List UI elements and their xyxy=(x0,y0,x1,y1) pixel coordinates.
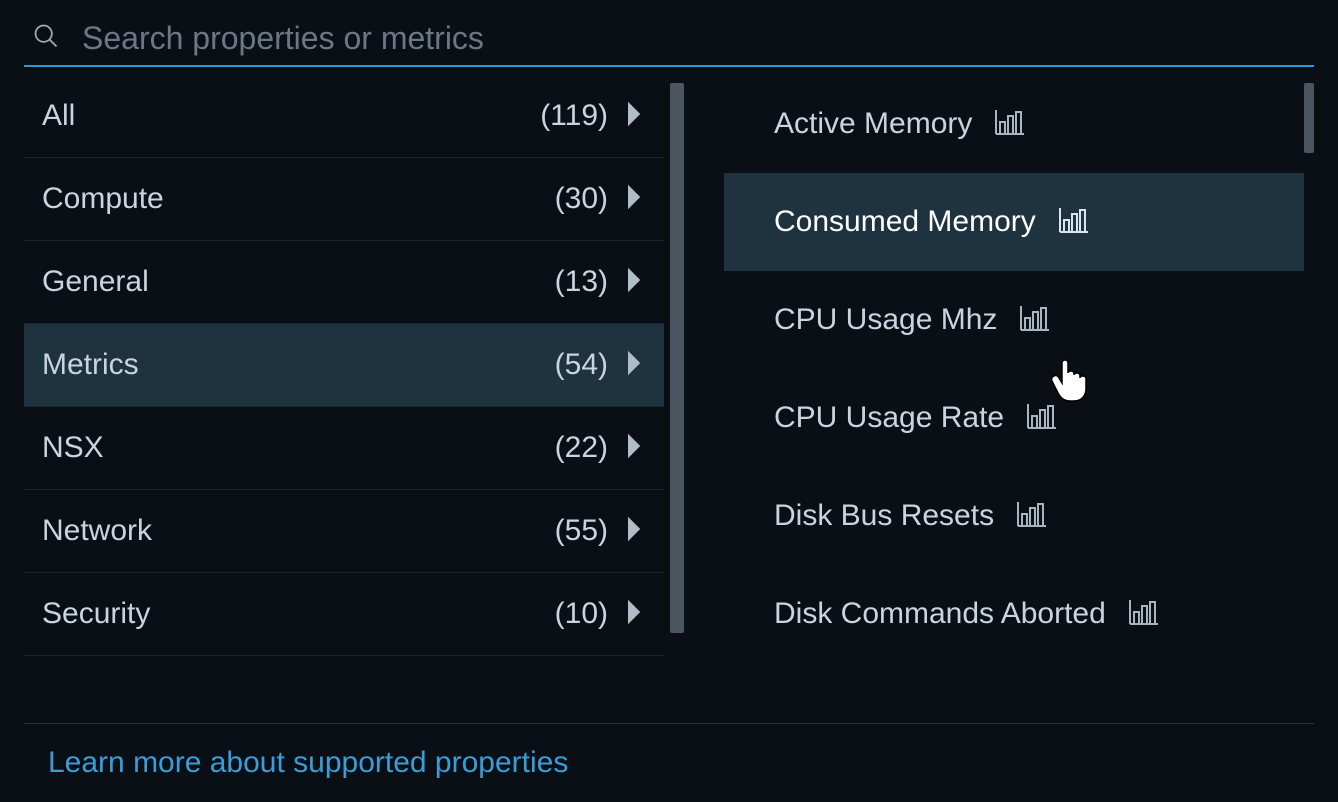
category-count: (55) xyxy=(555,514,608,548)
bar-chart-icon xyxy=(1016,500,1048,533)
category-item-general[interactable]: General (13) xyxy=(24,241,664,324)
footer: Learn more about supported properties xyxy=(24,723,1314,802)
category-label: Metrics xyxy=(42,348,139,382)
metric-item-cpu-usage-rate[interactable]: CPU Usage Rate xyxy=(724,369,1304,467)
category-label: Security xyxy=(42,597,150,631)
category-label: NSX xyxy=(42,431,104,465)
category-item-compute[interactable]: Compute (30) xyxy=(24,158,664,241)
chevron-right-icon xyxy=(626,266,644,299)
category-panel: All (119) Compute (30) General (13) Metrics (54… xyxy=(24,75,684,723)
category-item-all[interactable]: All (119) xyxy=(24,75,664,158)
category-meta: (10) xyxy=(555,597,644,631)
category-label: General xyxy=(42,265,149,299)
category-item-metrics[interactable]: Metrics (54) xyxy=(24,324,664,407)
category-label: Network xyxy=(42,514,152,548)
chevron-right-icon xyxy=(626,100,644,133)
category-meta: (55) xyxy=(555,514,644,548)
category-meta: (30) xyxy=(555,182,644,216)
bar-chart-icon xyxy=(1019,304,1051,337)
category-meta: (13) xyxy=(555,265,644,299)
chevron-right-icon xyxy=(626,598,644,631)
category-count: (10) xyxy=(555,597,608,631)
category-count: (22) xyxy=(555,431,608,465)
metric-label: Consumed Memory xyxy=(774,205,1036,239)
metric-item-consumed-memory[interactable]: Consumed Memory xyxy=(724,173,1304,271)
category-meta: (54) xyxy=(555,348,644,382)
category-item-security[interactable]: Security (10) xyxy=(24,573,664,656)
chevron-right-icon xyxy=(626,349,644,382)
category-label: All xyxy=(42,99,75,133)
category-count: (30) xyxy=(555,182,608,216)
search-icon xyxy=(24,22,82,55)
metric-item-cpu-usage-mhz[interactable]: CPU Usage Mhz xyxy=(724,271,1304,369)
metric-label: CPU Usage Mhz xyxy=(774,303,997,337)
metric-label: Disk Bus Resets xyxy=(774,499,994,533)
chevron-right-icon xyxy=(626,183,644,216)
content-area: All (119) Compute (30) General (13) Metrics (54… xyxy=(24,75,1314,723)
category-count: (13) xyxy=(555,265,608,299)
metric-label: CPU Usage Rate xyxy=(774,401,1004,435)
bar-chart-icon xyxy=(1026,402,1058,435)
search-input[interactable] xyxy=(82,20,1314,57)
category-item-network[interactable]: Network (55) xyxy=(24,490,664,573)
metrics-panel: Active Memory Consumed Memory CPU Usage Mh… xyxy=(684,75,1314,723)
category-item-nsx[interactable]: NSX (22) xyxy=(24,407,664,490)
category-meta: (119) xyxy=(540,99,644,133)
metric-label: Disk Commands Aborted xyxy=(774,597,1106,631)
scrollbar[interactable] xyxy=(670,83,684,633)
metric-item-disk-commands-aborted[interactable]: Disk Commands Aborted xyxy=(724,565,1304,663)
learn-more-link[interactable]: Learn more about supported properties xyxy=(48,746,568,779)
bar-chart-icon xyxy=(1128,598,1160,631)
metric-item-active-memory[interactable]: Active Memory xyxy=(724,75,1304,173)
category-label: Compute xyxy=(42,182,164,216)
scrollbar[interactable] xyxy=(1304,83,1314,153)
category-count: (54) xyxy=(555,348,608,382)
metric-item-disk-bus-resets[interactable]: Disk Bus Resets xyxy=(724,467,1304,565)
metric-label: Active Memory xyxy=(774,107,972,141)
bar-chart-icon xyxy=(1058,206,1090,239)
category-meta: (22) xyxy=(555,431,644,465)
search-bar xyxy=(24,20,1314,67)
chevron-right-icon xyxy=(626,515,644,548)
category-count: (119) xyxy=(540,99,608,133)
bar-chart-icon xyxy=(994,108,1026,141)
main-container: All (119) Compute (30) General (13) Metrics (54… xyxy=(0,0,1338,802)
chevron-right-icon xyxy=(626,432,644,465)
